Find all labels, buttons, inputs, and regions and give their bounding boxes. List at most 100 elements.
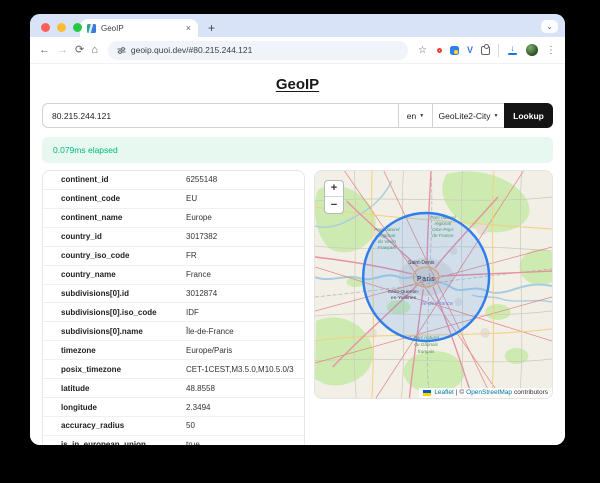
map-zoom-control: + −: [324, 180, 344, 214]
forward-icon: →: [57, 45, 68, 56]
map-card: Saint-Denis Paris Saint-Quentin- en-Yvel…: [314, 170, 553, 399]
site-settings-tune-icon[interactable]: [117, 46, 126, 55]
table-row: accuracy_radius50: [43, 417, 304, 436]
window-controls: [41, 23, 82, 32]
field-key: subdivisions[0].name: [43, 327, 186, 336]
reload-icon[interactable]: ⟳: [75, 45, 84, 56]
field-value: FR: [186, 251, 197, 260]
field-key: continent_id: [43, 175, 186, 184]
home-icon[interactable]: ⌂: [91, 45, 98, 56]
field-key: subdivisions[0].iso_code: [43, 308, 186, 317]
bookmark-star-icon[interactable]: ☆: [418, 45, 427, 56]
tab-search-chevron-icon[interactable]: ⌄: [541, 20, 558, 33]
field-value: 48.8558: [186, 384, 215, 393]
leaflet-link[interactable]: Leaflet: [434, 389, 454, 396]
field-value: CET-1CEST,M3.5.0,M10.5.0/3: [186, 365, 294, 374]
browser-toolbar: ← → ⟳ ⌂ geoip.quoi.dev/#80.215.244.121 ☆…: [30, 37, 565, 64]
openstreetmap-link[interactable]: OpenStreetMap: [466, 389, 512, 396]
elapsed-status-badge: 0.079ms elapsed: [42, 137, 553, 163]
table-row: posix_timezoneCET-1CEST,M3.5.0,M10.5.0/3: [43, 360, 304, 379]
password-manager-extension-icon[interactable]: [450, 46, 459, 55]
field-key: latitude: [43, 384, 186, 393]
chevron-down-icon: ▼: [419, 113, 424, 119]
field-value: IDF: [186, 308, 199, 317]
field-key: country_iso_code: [43, 251, 186, 260]
geoip-page: GeoIP en ▼ GeoLite2-City ▼ Lookup 0.079m…: [30, 76, 565, 445]
vimium-extension-icon[interactable]: V: [467, 46, 473, 55]
field-value: France: [186, 270, 211, 279]
downloads-icon[interactable]: ↓: [507, 45, 518, 55]
map-label-park-gatinais-3: français: [418, 349, 435, 355]
extensions-puzzle-icon[interactable]: [481, 46, 490, 55]
close-window-button[interactable]: [41, 23, 50, 32]
table-row: country_iso_codeFR: [43, 247, 304, 266]
attribution-suffix: contributors: [514, 389, 548, 396]
field-key: continent_code: [43, 194, 186, 203]
field-value: Europe: [186, 213, 212, 222]
accuracy-radius-circle[interactable]: [363, 213, 489, 341]
field-value: 2.3494: [186, 403, 210, 412]
back-icon[interactable]: ←: [39, 45, 50, 56]
page-title: GeoIP: [42, 76, 553, 93]
field-key: longitude: [43, 403, 186, 412]
table-row: longitude2.3494: [43, 398, 304, 417]
field-key: subdivisions[0].id: [43, 289, 186, 298]
map-label-park-gatinais-2: du Gâtinais: [414, 342, 438, 348]
field-key: posix_timezone: [43, 365, 186, 374]
field-value: 6255148: [186, 175, 217, 184]
table-row: latitude48.8558: [43, 379, 304, 398]
table-row: continent_id6255148: [43, 171, 304, 190]
language-select-value: en: [407, 111, 416, 121]
table-row: continent_nameEurope: [43, 209, 304, 228]
minimize-window-button[interactable]: [57, 23, 66, 32]
results-table: continent_id6255148continent_codeEUconti…: [42, 170, 305, 445]
table-row: continent_codeEU: [43, 190, 304, 209]
tab-favicon-map-icon: [87, 24, 96, 33]
field-key: is_in_european_union: [43, 440, 186, 445]
toolbar-right-icons: ☆ V ↓ ⋮: [418, 44, 556, 57]
map-attribution: Leaflet | © OpenStreetMap contributors: [419, 388, 552, 398]
field-key: continent_name: [43, 213, 186, 222]
zoom-out-button[interactable]: −: [325, 197, 343, 213]
tab-geoip[interactable]: GeoIP ×: [80, 19, 198, 37]
field-key: timezone: [43, 346, 186, 355]
database-select[interactable]: GeoLite2-City ▼: [432, 103, 504, 128]
lookup-button[interactable]: Lookup: [504, 103, 553, 128]
adblocker-extension-icon[interactable]: [437, 48, 442, 53]
table-row: country_id3017382: [43, 228, 304, 247]
table-row: subdivisions[0].iso_codeIDF: [43, 303, 304, 322]
field-key: accuracy_radius: [43, 421, 186, 430]
field-value: EU: [186, 194, 197, 203]
lookup-form: en ▼ GeoLite2-City ▼ Lookup: [42, 103, 553, 128]
table-row: subdivisions[0].id3012874: [43, 285, 304, 304]
chevron-down-icon: ▼: [494, 113, 499, 119]
fullscreen-window-button[interactable]: [73, 23, 82, 32]
field-value: Île-de-France: [186, 327, 234, 336]
table-row: subdivisions[0].nameÎle-de-France: [43, 322, 304, 341]
field-value: 50: [186, 421, 195, 430]
tab-strip: GeoIP × + ⌄: [30, 14, 565, 37]
url-text[interactable]: geoip.quoi.dev/#80.215.244.121: [131, 45, 252, 55]
profile-avatar[interactable]: [526, 44, 538, 56]
table-row: is_in_european_uniontrue: [43, 436, 304, 445]
toolbar-divider: [498, 44, 499, 57]
browser-menu-icon[interactable]: ⋮: [546, 45, 556, 56]
new-tab-button[interactable]: +: [208, 22, 215, 34]
field-value: true: [186, 440, 200, 445]
field-key: country_name: [43, 270, 186, 279]
attribution-separator: | ©: [456, 389, 464, 396]
zoom-in-button[interactable]: +: [325, 181, 343, 197]
table-row: timezoneEurope/Paris: [43, 341, 304, 360]
field-key: country_id: [43, 232, 186, 241]
ip-address-input[interactable]: [42, 103, 399, 128]
language-select[interactable]: en ▼: [399, 103, 432, 128]
browser-window: GeoIP × + ⌄ ← → ⟳ ⌂ geoip.quoi.dev/#80.2…: [30, 14, 565, 445]
url-bar[interactable]: geoip.quoi.dev/#80.215.244.121: [108, 41, 408, 60]
tab-close-icon[interactable]: ×: [186, 24, 191, 33]
database-select-value: GeoLite2-City: [439, 111, 491, 121]
results-content: continent_id6255148continent_codeEUconti…: [42, 170, 553, 445]
field-value: Europe/Paris: [186, 346, 232, 355]
ukraine-flag-icon: [423, 390, 431, 396]
leaflet-map[interactable]: Saint-Denis Paris Saint-Quentin- en-Yvel…: [315, 171, 552, 398]
table-row: country_nameFrance: [43, 266, 304, 285]
